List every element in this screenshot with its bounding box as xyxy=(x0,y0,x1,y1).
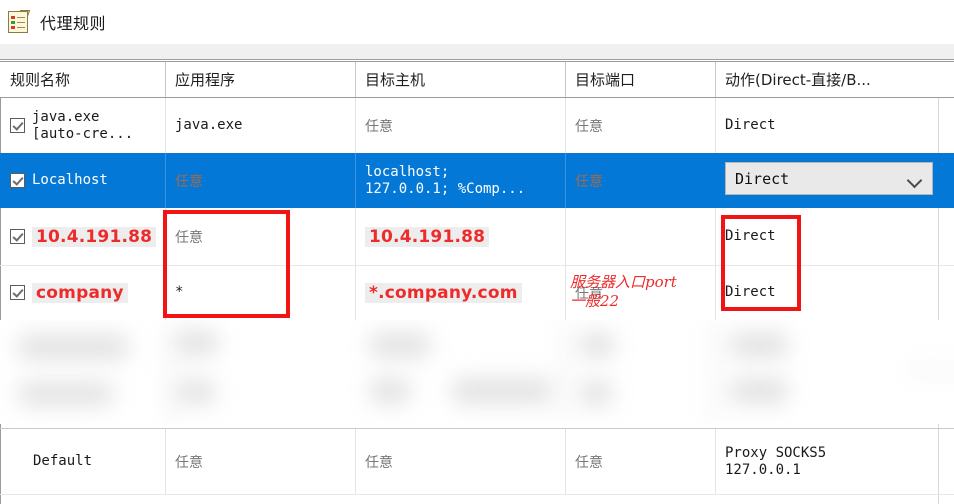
target-host-label: 10.4.191.88 xyxy=(365,226,490,247)
default-action-cell[interactable]: Proxy SOCKS5 127.0.0.1 xyxy=(715,429,938,494)
target-host-cell[interactable]: localhost; 127.0.0.1; %Comp... xyxy=(355,153,565,208)
rule-enabled-checkbox[interactable] xyxy=(10,285,25,300)
table-row-default[interactable]: Default 任意 任意 任意 Proxy SOCKS5 127.0.0.1 xyxy=(0,429,954,494)
target-port-cell[interactable]: 任意 xyxy=(565,98,715,153)
target-port-cell[interactable] xyxy=(565,208,715,265)
target-host-cell[interactable]: *.company.com xyxy=(355,265,565,320)
action-cell[interactable]: Direct xyxy=(715,265,938,320)
rule-enabled-checkbox[interactable] xyxy=(10,229,25,244)
rules-document-icon xyxy=(6,9,32,35)
target-port-cell[interactable]: 任意 xyxy=(565,153,715,208)
chevron-down-icon[interactable] xyxy=(906,172,923,189)
rule-name-cell[interactable]: 10.4.191.88 xyxy=(0,208,165,265)
column-header-action[interactable]: 动作(Direct-直接/B... xyxy=(715,62,938,97)
application-cell[interactable]: 任意 xyxy=(165,153,355,208)
column-header-application[interactable]: 应用程序 xyxy=(165,62,355,97)
action-dropdown-value: Direct xyxy=(735,169,790,188)
table-row[interactable]: 10.4.191.88 任意 10.4.191.88 Direct xyxy=(0,208,954,265)
action-cell[interactable]: Direct xyxy=(715,98,938,153)
table-row[interactable]: java.exe [auto-cre... java.exe 任意 任意 Dir… xyxy=(0,98,954,153)
column-header-rule-name[interactable]: 规则名称 xyxy=(0,62,165,97)
rule-name-cell[interactable]: company xyxy=(0,265,165,320)
rule-name-cell[interactable]: java.exe [auto-cre... xyxy=(0,98,165,153)
application-cell[interactable]: java.exe xyxy=(165,98,355,153)
column-header-target-port[interactable]: 目标端口 xyxy=(565,62,715,97)
default-target-port-cell[interactable]: 任意 xyxy=(565,429,715,494)
rule-name-label: company xyxy=(32,282,128,303)
proxy-rules-table: 规则名称 应用程序 目标主机 目标端口 动作(Direct-直接/B... ja… xyxy=(0,61,954,504)
column-header-target-host[interactable]: 目标主机 xyxy=(355,62,565,97)
table-row-selected[interactable]: Localhost 任意 localhost; 127.0.0.1; %Comp… xyxy=(0,153,954,208)
table-row[interactable]: company * *.company.com 任意 Direct xyxy=(0,265,954,320)
target-host-cell[interactable]: 10.4.191.88 xyxy=(355,208,565,265)
target-host-label: *.company.com xyxy=(365,282,522,303)
action-dropdown[interactable]: Direct xyxy=(725,162,933,195)
rule-name-cell[interactable]: Localhost xyxy=(0,153,165,208)
toolbar-strip xyxy=(0,44,954,60)
action-cell[interactable]: Direct xyxy=(715,208,938,265)
application-cell[interactable]: * xyxy=(165,265,355,320)
table-header-row: 规则名称 应用程序 目标主机 目标端口 动作(Direct-直接/B... xyxy=(0,61,954,98)
application-cell[interactable]: 任意 xyxy=(165,208,355,265)
rule-name-label: java.exe [auto-cre... xyxy=(32,108,134,142)
rule-enabled-checkbox[interactable] xyxy=(10,173,25,188)
rule-name-label: Localhost xyxy=(32,172,108,189)
default-target-host-cell[interactable]: 任意 xyxy=(355,429,565,494)
page-title: 代理规则 xyxy=(40,14,107,33)
handwritten-note: 服务器入口port 一般22 xyxy=(570,273,677,311)
rule-enabled-checkbox[interactable] xyxy=(10,118,25,133)
target-host-cell[interactable]: 任意 xyxy=(355,98,565,153)
redacted-rows-region xyxy=(0,320,954,424)
default-rule-name-cell[interactable]: Default xyxy=(0,429,165,494)
default-application-cell[interactable]: 任意 xyxy=(165,429,355,494)
rule-name-label: 10.4.191.88 xyxy=(32,226,157,247)
window-title-bar: 代理规则 xyxy=(0,0,954,44)
